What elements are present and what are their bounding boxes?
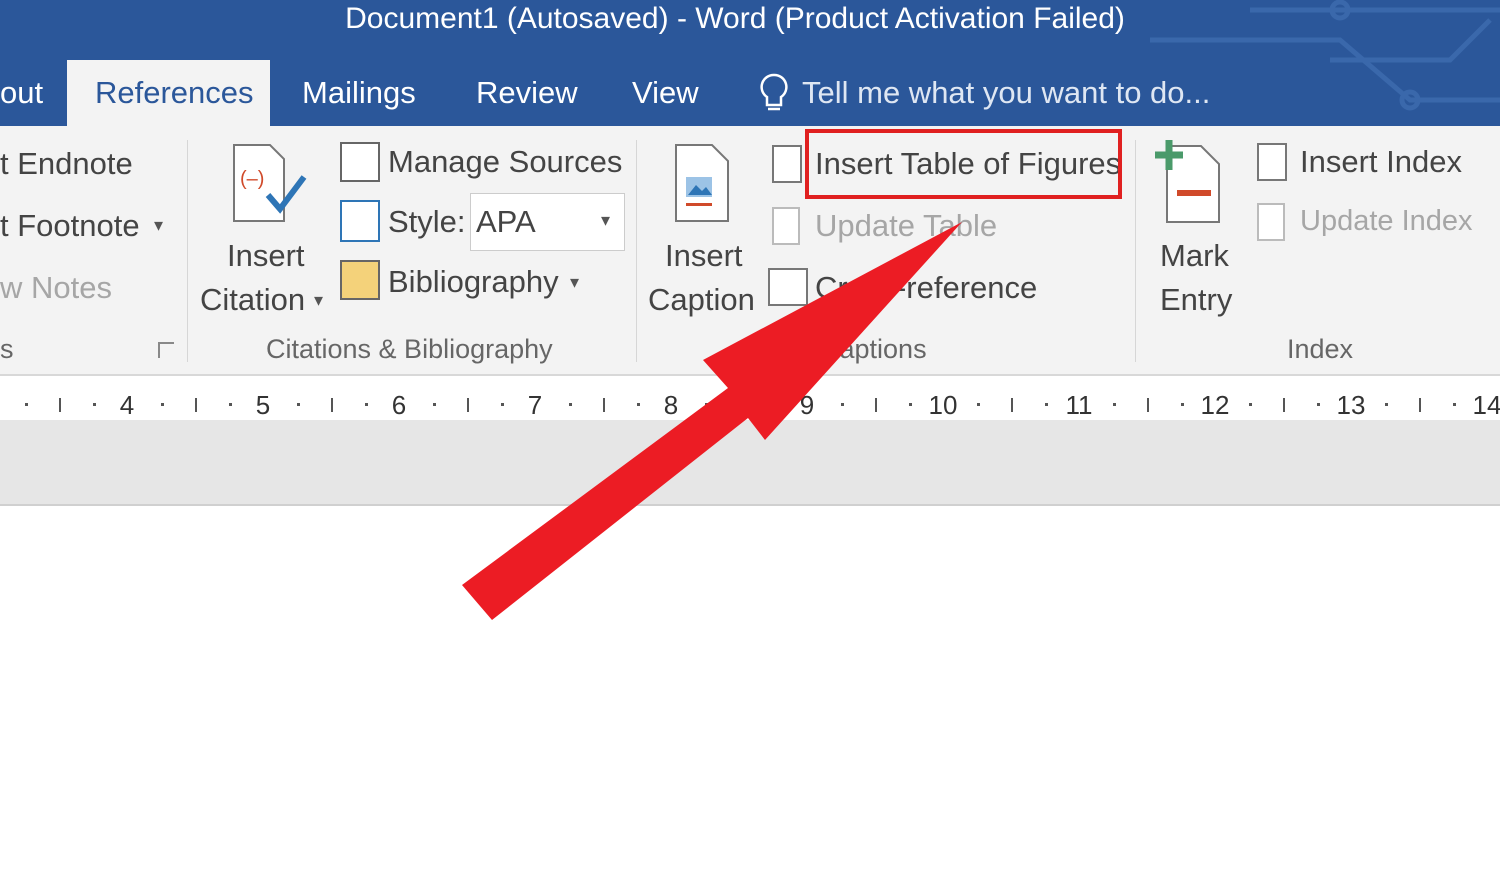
horizontal-ruler[interactable] [0, 386, 1500, 420]
ruler-dot [501, 403, 504, 406]
ruler-tick [1147, 398, 1149, 412]
style-label: Style: [388, 204, 466, 239]
style-icon [340, 200, 380, 242]
tab-references[interactable]: References [67, 60, 270, 126]
update-table-button[interactable]: Update Table [815, 208, 997, 244]
tab-layout[interactable]: out [0, 60, 71, 126]
ruler-tick [467, 398, 469, 412]
ruler-number: 6 [391, 390, 407, 420]
ruler-dot [1181, 403, 1184, 406]
chevron-down-icon[interactable]: ▾ [154, 215, 163, 236]
insert-index-button[interactable]: Insert Index [1300, 144, 1462, 180]
ruler-number: 8 [663, 390, 679, 420]
ruler-tick [331, 398, 333, 412]
mark-entry-label[interactable]: Mark [1160, 238, 1229, 274]
ruler-dot [433, 403, 436, 406]
manage-sources-icon [340, 142, 380, 182]
tell-me-search[interactable]: Tell me what you want to do... [802, 60, 1210, 126]
ruler-number: 5 [255, 390, 271, 420]
tab-mailings[interactable]: Mailings [274, 60, 444, 126]
insert-caption-icon [674, 143, 730, 228]
ruler-dot [1249, 403, 1252, 406]
ruler-number: 11 [1065, 390, 1093, 420]
ruler-dot [1113, 403, 1116, 406]
group-label-citations: Citations & Bibliography [266, 334, 553, 364]
group-label-footnotes: s [0, 334, 14, 364]
update-index-icon [1257, 203, 1285, 241]
ruler-tick [1283, 398, 1285, 412]
ruler-number: 14 [1472, 390, 1500, 420]
tab-view[interactable]: View [604, 60, 727, 126]
bibliography-icon [340, 260, 380, 300]
table-of-figures-icon [772, 145, 802, 183]
ruler-dot [25, 403, 28, 406]
group-label-captions: Captions [820, 334, 927, 364]
style-dropdown[interactable]: APA ▾ [470, 193, 625, 251]
group-label-index: Index [1287, 334, 1354, 364]
highlight-box [805, 129, 1122, 199]
dialog-launcher-icon[interactable] [158, 342, 174, 358]
next-footnote-button[interactable]: t Footnote [0, 208, 140, 244]
ruler-number: 9 [799, 390, 815, 420]
ruler-dot [705, 403, 708, 406]
ruler-dot [841, 403, 844, 406]
style-dropdown-value: APA [476, 204, 536, 239]
insert-endnote-button[interactable]: t Endnote [0, 146, 133, 182]
lightbulb-icon [757, 72, 791, 121]
insert-citation-icon: (–) [232, 143, 308, 228]
mark-entry-button[interactable]: Entry [1160, 282, 1232, 318]
ruler-dot [365, 403, 368, 406]
cross-reference-button[interactable]: Cross-reference [815, 270, 1037, 306]
insert-citation-button[interactable]: Citation [200, 282, 305, 318]
document-background [0, 420, 1500, 506]
insert-citation-label[interactable]: Insert [227, 238, 305, 274]
ruler-number: 13 [1336, 390, 1366, 420]
ruler-dot [297, 403, 300, 406]
window-title: Document1 (Autosaved) - Word (Product Ac… [345, 2, 1125, 35]
ruler-dot [93, 403, 96, 406]
ruler-dot [637, 403, 640, 406]
ruler-tick [1011, 398, 1013, 412]
update-table-icon [772, 207, 800, 245]
insert-index-icon [1257, 143, 1287, 181]
ruler-dot [909, 403, 912, 406]
chevron-down-icon[interactable]: ▾ [570, 272, 579, 293]
ruler-dot [229, 403, 232, 406]
chevron-down-icon: ▾ [601, 210, 611, 230]
ruler-tick [1419, 398, 1421, 412]
bibliography-button[interactable]: Bibliography [388, 264, 559, 300]
cross-reference-icon [768, 268, 808, 306]
document-page[interactable] [0, 508, 1500, 880]
tab-review[interactable]: Review [448, 60, 606, 126]
ruler-tick [603, 398, 605, 412]
ruler-dot [977, 403, 980, 406]
show-notes-button[interactable]: w Notes [0, 270, 112, 306]
ruler-dot [1045, 403, 1048, 406]
ruler-number: 4 [119, 390, 135, 420]
ruler-dot [1453, 403, 1456, 406]
ruler-dot [569, 403, 572, 406]
ruler-dot [161, 403, 164, 406]
ruler-dot [1317, 403, 1320, 406]
insert-caption-label[interactable]: Insert [665, 238, 743, 274]
update-index-button[interactable]: Update Index [1300, 205, 1473, 238]
ruler-tick [739, 398, 741, 412]
ruler-number: 7 [527, 390, 543, 420]
ruler-tick [195, 398, 197, 412]
manage-sources-button[interactable]: Manage Sources [388, 144, 622, 180]
ruler-dot [773, 403, 776, 406]
insert-caption-button[interactable]: Caption [648, 282, 755, 318]
ruler-tick [875, 398, 877, 412]
mark-entry-icon [1155, 140, 1225, 229]
ruler-dot [1385, 403, 1388, 406]
ruler-number: 10 [928, 390, 958, 420]
svg-text:(–): (–) [240, 168, 264, 190]
ruler-tick [59, 398, 61, 412]
chevron-down-icon[interactable]: ▾ [314, 290, 323, 311]
ruler-number: 12 [1200, 390, 1230, 420]
